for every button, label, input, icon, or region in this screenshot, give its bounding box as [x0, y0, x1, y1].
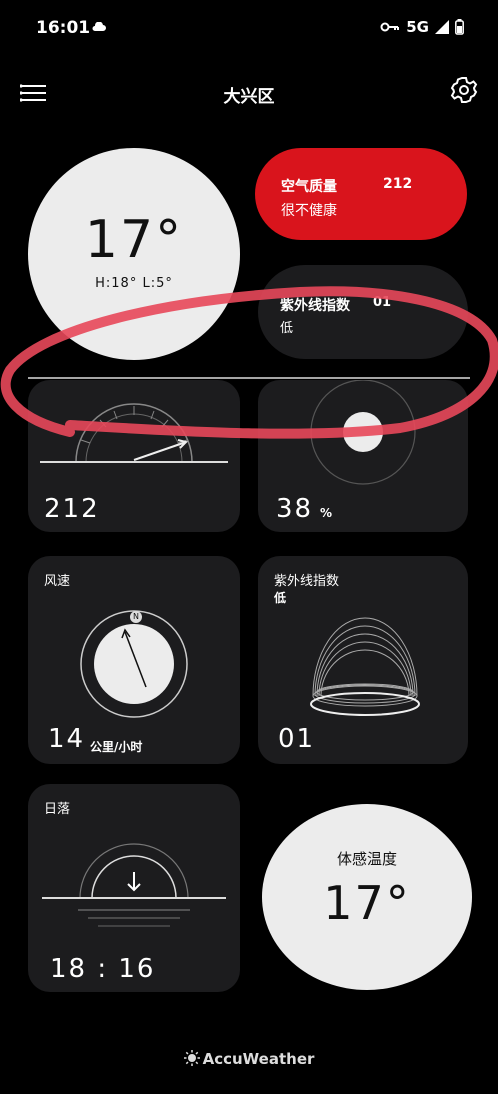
accuweather-brand: AccuWeather: [202, 1050, 315, 1068]
compass-north-label: N: [130, 611, 142, 623]
vpn-key-icon: [380, 22, 400, 32]
feels-like-value: 17°: [323, 876, 411, 930]
uv-pill-value: 01: [373, 295, 392, 310]
humidity-unit: %: [320, 506, 333, 520]
aqi-gauge-card[interactable]: 212: [28, 380, 240, 532]
sunset-card[interactable]: 日落 18 : 16: [28, 784, 240, 992]
air-quality-value: 212: [383, 176, 413, 192]
battery-icon: [455, 19, 464, 35]
uv-pill-label: 紫外线指数: [280, 298, 350, 314]
feels-like-widget[interactable]: 体感温度 17°: [262, 804, 472, 990]
uv-pill-level: 低: [280, 321, 294, 336]
humidity-value: 38: [276, 494, 314, 524]
air-quality-status: 很不健康: [281, 203, 337, 219]
sunset-time: 18 : 16: [50, 954, 156, 984]
network-type: 5G: [406, 18, 429, 36]
status-bar: 16:01 5G: [0, 0, 498, 58]
wind-speed-card[interactable]: 风速 N 14 公里/小时: [28, 556, 240, 764]
humidity-card[interactable]: 38 %: [258, 380, 468, 532]
humidity-graphic: [310, 380, 416, 485]
air-quality-widget[interactable]: 空气质量 212 很不健康: [255, 148, 467, 240]
high-low-temperature: H:18° L:5°: [95, 276, 173, 291]
wind-speed-value: 14: [48, 724, 86, 754]
status-time: 16:01: [36, 18, 91, 38]
compass-icon: [80, 610, 188, 718]
sunset-arrow-icon: [127, 872, 141, 892]
temperature-widget[interactable]: 17° H:18° L:5°: [28, 148, 240, 360]
uv-index-pill-widget[interactable]: 紫外线指数 01 低: [258, 265, 468, 359]
uv-graphic: [310, 617, 420, 716]
cloud-icon: [92, 22, 106, 31]
location-title: 大兴区: [223, 87, 275, 107]
gear-icon[interactable]: [450, 76, 478, 104]
aqi-gauge-graphic: [40, 403, 228, 463]
accuweather-sun-icon: [183, 1050, 200, 1066]
uv-index-card[interactable]: 紫外线指数 低 01: [258, 556, 468, 764]
aqi-value: 212: [44, 494, 100, 524]
accuweather-attribution[interactable]: AccuWeather: [0, 1050, 498, 1068]
signal-icon: [435, 20, 449, 34]
air-quality-label: 空气质量: [281, 179, 337, 195]
status-right-group: 5G: [380, 18, 464, 36]
wind-speed-unit: 公里/小时: [90, 740, 143, 754]
sunset-graphic: [42, 843, 226, 927]
current-temperature: 17°: [84, 210, 184, 270]
uv-card-value: 01: [278, 724, 316, 754]
feels-like-label: 体感温度: [336, 850, 397, 868]
